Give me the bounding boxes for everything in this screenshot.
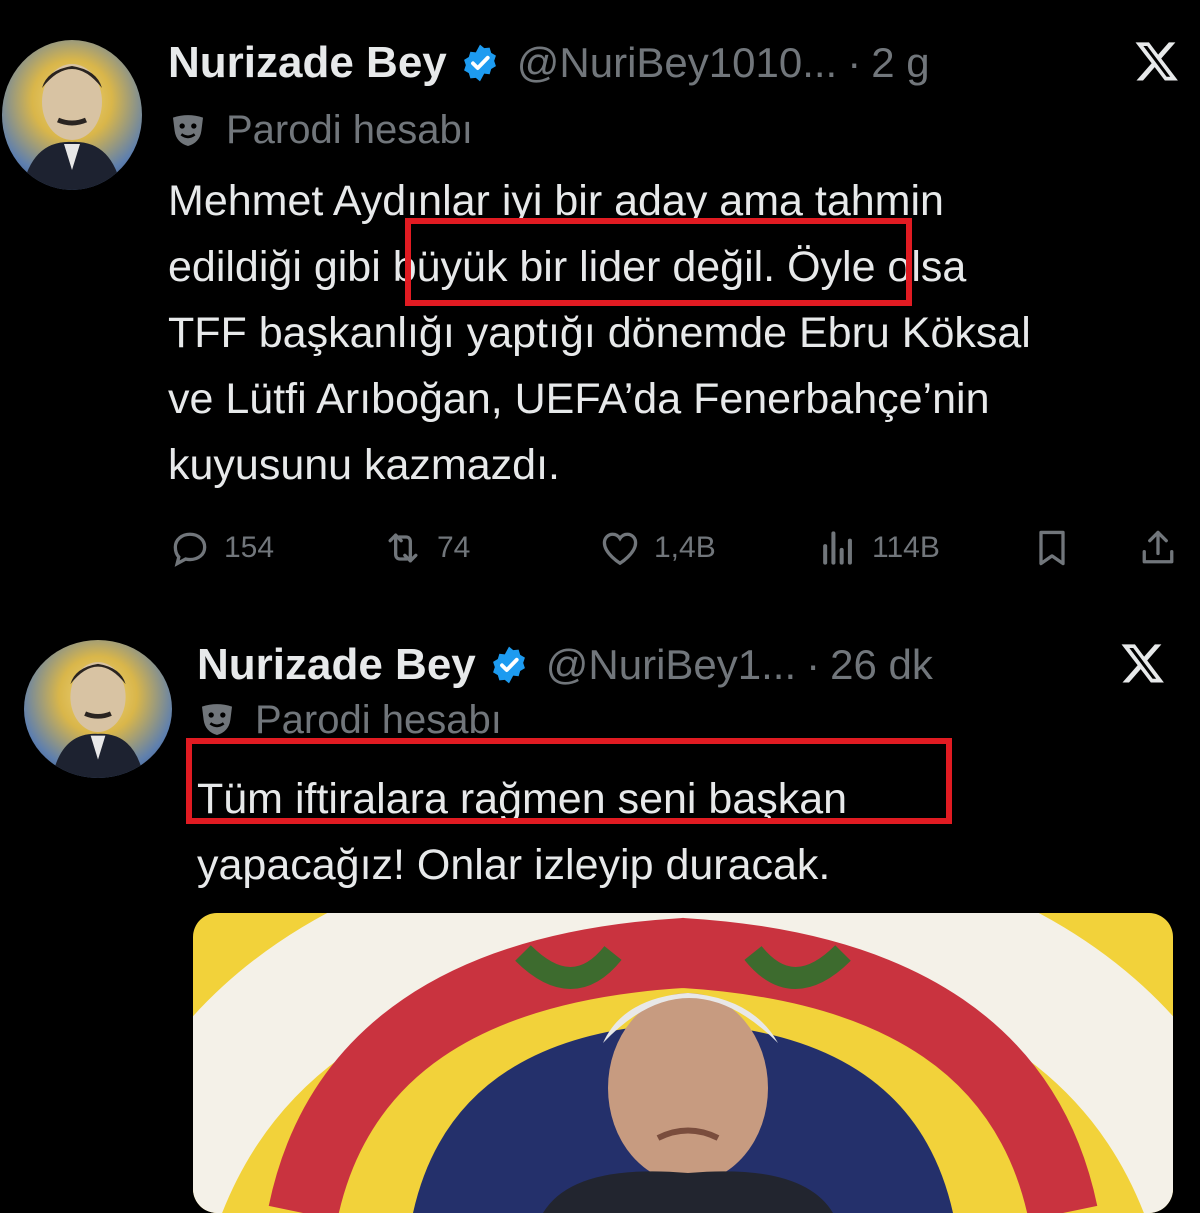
tweet-media-image[interactable] [193, 913, 1173, 1213]
like-count: 1,4B [654, 531, 716, 564]
theater-mask-icon [202, 704, 232, 735]
avatar[interactable] [2, 40, 142, 190]
tweet-text-line: kuyusunu kazmazdı. [168, 441, 560, 489]
like-button[interactable]: 1,4B [598, 526, 716, 570]
parody-text: Parodi hesabı [226, 108, 473, 152]
red-highlight-box [186, 738, 952, 824]
views-button[interactable]: 114B [816, 526, 940, 570]
avatar[interactable] [24, 640, 172, 778]
views-icon [823, 531, 852, 565]
separator: · [847, 39, 862, 86]
bookmark-button[interactable] [1030, 526, 1086, 570]
reply-icon [173, 532, 207, 567]
parody-label: Parodi hesabı [168, 108, 473, 153]
view-count: 114B [872, 531, 940, 564]
tweet-2[interactable]: Nurizade Bey @NuriBey1... · 26 dk Parodi… [0, 620, 1200, 1213]
timestamp[interactable]: 26 dk [830, 641, 933, 689]
separator: · [806, 641, 821, 688]
handle[interactable]: @NuriBey1... [546, 641, 796, 689]
x-logo-icon[interactable] [1134, 38, 1180, 84]
red-highlight-box [405, 218, 912, 306]
timestamp[interactable]: 2 g [871, 39, 929, 87]
tweet-text-line: TFF başkanlığı yaptığı dönemde Ebru Köks… [168, 309, 1031, 357]
theater-mask-icon [173, 114, 203, 146]
display-name[interactable]: Nurizade Bey [197, 640, 476, 690]
heart-icon [602, 532, 638, 566]
retweet-icon [388, 533, 418, 563]
parody-label: Parodi hesabı [197, 702, 502, 738]
tweet-text-line: yapacağız! Onlar izleyip duracak. [197, 841, 831, 889]
display-name[interactable]: Nurizade Bey [168, 38, 447, 88]
retweet-count: 74 [437, 531, 471, 564]
verified-badge-icon [459, 42, 501, 84]
retweet-button[interactable]: 74 [381, 526, 470, 570]
tweet-text-line: ve Lütfi Arıboğan, UEFA’da Fenerbahçe’ni… [168, 375, 990, 423]
share-button[interactable] [1136, 526, 1192, 570]
share-icon [1142, 530, 1174, 564]
reply-button[interactable]: 154 [168, 526, 274, 570]
tweet-1[interactable]: Nurizade Bey @NuriBey1010... · 2 g Parod… [0, 0, 1200, 610]
bookmark-icon [1039, 530, 1065, 566]
tweet-actions: 154 74 1,4B 114B [168, 520, 1183, 580]
handle[interactable]: @NuriBey1010... [517, 39, 837, 87]
tweet-header: Nurizade Bey @NuriBey1010... · 2 g [168, 38, 930, 88]
reply-count: 154 [224, 531, 275, 564]
parody-text: Parodi hesabı [255, 702, 502, 738]
tweet-header: Nurizade Bey @NuriBey1... · 26 dk [197, 640, 933, 690]
verified-badge-icon [488, 644, 530, 686]
x-logo-icon[interactable] [1120, 640, 1166, 686]
